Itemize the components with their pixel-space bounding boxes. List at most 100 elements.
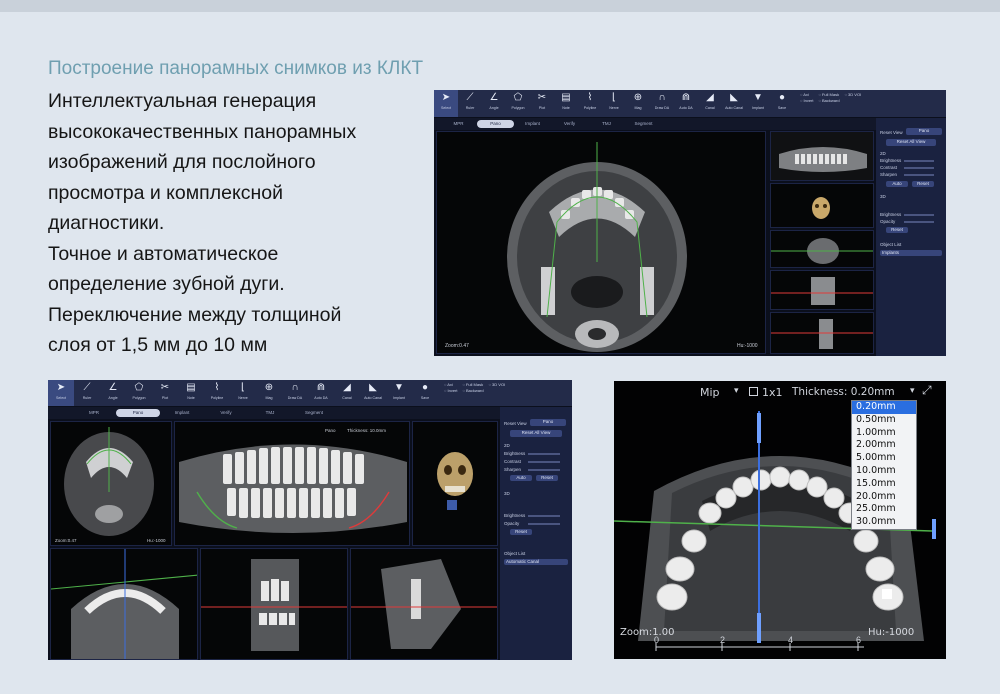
tab-pano[interactable]: Pano: [477, 120, 514, 128]
thickness-option[interactable]: 20.0mm: [852, 491, 916, 504]
pano-thumbnail[interactable]: [770, 131, 874, 181]
panoramic-viewport[interactable]: Pano Thickness: 10.0mm: [174, 421, 410, 546]
tool-option-full-mask[interactable]: ◌ Full Mask: [819, 92, 840, 97]
render-mode-select[interactable]: Mip: [700, 386, 720, 399]
cross-section-2[interactable]: [200, 548, 348, 660]
tab-tmj[interactable]: TMJ: [588, 120, 625, 128]
tab-pano[interactable]: Pano: [116, 409, 160, 417]
tool-note[interactable]: ▤ Note: [554, 90, 578, 117]
tab-verify[interactable]: Verify: [204, 409, 248, 417]
tool-implant[interactable]: ▼ Implant: [386, 380, 412, 406]
tool-option-axi[interactable]: ◌ Axi: [444, 382, 458, 387]
axial-viewport[interactable]: Zoom:0.47 Hu:-1000: [436, 131, 766, 354]
thickness-option[interactable]: 15.0mm: [852, 478, 916, 491]
tool-nerve[interactable]: ⌊ Nerve: [230, 380, 256, 406]
3d-reset-button[interactable]: Reset: [510, 529, 532, 535]
implants-list[interactable]: Implants: [880, 250, 942, 256]
tool-option-full-mask[interactable]: ◌ Full Mask: [463, 382, 484, 387]
axial-viewport[interactable]: Zoom:0.47 Hu:-1000: [50, 421, 172, 546]
reset-all-view-button[interactable]: Reset All View: [510, 430, 562, 437]
3d-skull-viewport[interactable]: [412, 421, 498, 546]
tool-auto-canal[interactable]: ◣ Auto Canal: [360, 380, 386, 406]
thickness-option[interactable]: 1.00mm: [852, 427, 916, 440]
tool-option-backward[interactable]: ◌ Backward: [463, 388, 484, 393]
tool-option-invert[interactable]: ◌ Invert: [444, 388, 458, 393]
contrast-slider[interactable]: [904, 167, 934, 169]
brightness-slider[interactable]: [528, 453, 560, 455]
tool-option-backward[interactable]: ◌ Backward: [819, 98, 840, 103]
tool-select[interactable]: ➤ Select: [434, 90, 458, 117]
thickness-option[interactable]: 0.50mm: [852, 414, 916, 427]
tool-canal[interactable]: ◢ Canal: [334, 380, 360, 406]
reset-button[interactable]: Reset: [912, 181, 934, 187]
cross-section-3[interactable]: [350, 548, 498, 660]
auto-button[interactable]: Auto: [510, 475, 532, 481]
tab-tmj[interactable]: TMJ: [248, 409, 292, 417]
tab-implant[interactable]: Implant: [514, 120, 551, 128]
tool-auto-canal[interactable]: ◣ Auto Canal: [722, 90, 746, 117]
tool-auto-da[interactable]: ⋒ Auto DA: [674, 90, 698, 117]
chevron-down-icon[interactable]: ▾: [734, 385, 739, 396]
tool-option-invert[interactable]: ◌ Invert: [800, 98, 814, 103]
tool-draw-da[interactable]: ∩ Draw DA: [650, 90, 674, 117]
cross-section-1[interactable]: [770, 230, 874, 268]
tab-verify[interactable]: Verify: [551, 120, 588, 128]
tool-note[interactable]: ▤ Note: [178, 380, 204, 406]
tool-ruler[interactable]: ⟋ Ruler: [74, 380, 100, 406]
expand-icon[interactable]: ⤢: [922, 383, 932, 398]
tool-angle[interactable]: ∠ Angle: [482, 90, 506, 117]
tool-canal[interactable]: ◢ Canal: [698, 90, 722, 117]
tool-save[interactable]: ● Save: [770, 90, 794, 117]
thickness-select[interactable]: Thickness: 0.20mm: [792, 386, 895, 398]
tool-implant[interactable]: ▼ Implant: [746, 90, 770, 117]
thickness-option[interactable]: 25.0mm: [852, 503, 916, 516]
3d-reset-button[interactable]: Reset: [886, 227, 908, 233]
tab-segment[interactable]: Segment: [292, 409, 336, 417]
opacity-slider[interactable]: [528, 523, 560, 525]
thickness-option[interactable]: 5.00mm: [852, 452, 916, 465]
reset-view-select[interactable]: Pano: [906, 128, 942, 135]
tool-polyline[interactable]: ⌇ Polyline: [578, 90, 602, 117]
sharpen-slider[interactable]: [904, 174, 934, 176]
tool-nerve[interactable]: ⌊ Nerve: [602, 90, 626, 117]
tool-option-axi[interactable]: ◌ Axi: [800, 92, 814, 97]
tool-ruler[interactable]: ⟋ Ruler: [458, 90, 482, 117]
grid-checkbox[interactable]: [749, 387, 758, 396]
tab-implant[interactable]: Implant: [160, 409, 204, 417]
thickness-option[interactable]: 10.0mm: [852, 465, 916, 478]
cross-section-2[interactable]: [770, 270, 874, 310]
auto-button[interactable]: Auto: [886, 181, 908, 187]
tool-option-3d-voi[interactable]: ◌ 3D VOI: [489, 382, 506, 387]
tool-mag[interactable]: ⊕ Mag: [256, 380, 282, 406]
tool-polygon[interactable]: ⬠ Polygon: [126, 380, 152, 406]
tool-option-3d-voi[interactable]: ◌ 3D VOI: [845, 92, 862, 97]
tool-polygon[interactable]: ⬠ Polygon: [506, 90, 530, 117]
3d-brightness-slider[interactable]: [904, 214, 934, 216]
tool-draw-da[interactable]: ∩ Draw DA: [282, 380, 308, 406]
thickness-option[interactable]: 2.00mm: [852, 439, 916, 452]
tab-segment[interactable]: Segment: [625, 120, 662, 128]
tool-polyline[interactable]: ⌇ Polyline: [204, 380, 230, 406]
cross-section-3[interactable]: [770, 312, 874, 354]
3d-skull-viewport[interactable]: [770, 183, 874, 228]
tool-plot[interactable]: ✂ Plot: [152, 380, 178, 406]
tool-mag[interactable]: ⊕ Mag: [626, 90, 650, 117]
tool-angle[interactable]: ∠ Angle: [100, 380, 126, 406]
3d-brightness-slider[interactable]: [528, 515, 560, 517]
sharpen-slider[interactable]: [528, 469, 560, 471]
tool-select[interactable]: ➤ Select: [48, 380, 74, 406]
tool-plot[interactable]: ✂ Plot: [530, 90, 554, 117]
thickness-option[interactable]: 0.20mm: [852, 401, 916, 414]
reset-all-view-button[interactable]: Reset All View: [886, 139, 936, 146]
auto-canal-list[interactable]: Automatic Canal: [504, 559, 568, 565]
brightness-slider[interactable]: [904, 160, 934, 162]
opacity-slider[interactable]: [904, 221, 934, 223]
cross-section-1[interactable]: [50, 548, 198, 660]
thickness-option[interactable]: 30.0mm: [852, 516, 916, 529]
tab-mpr[interactable]: MPR: [72, 409, 116, 417]
reset-view-select[interactable]: Pano: [530, 419, 566, 426]
tab-mpr[interactable]: MPR: [440, 120, 477, 128]
reset-button[interactable]: Reset: [536, 475, 558, 481]
chevron-down-icon[interactable]: ▾: [910, 385, 915, 396]
tool-auto-da[interactable]: ⋒ Auto DA: [308, 380, 334, 406]
